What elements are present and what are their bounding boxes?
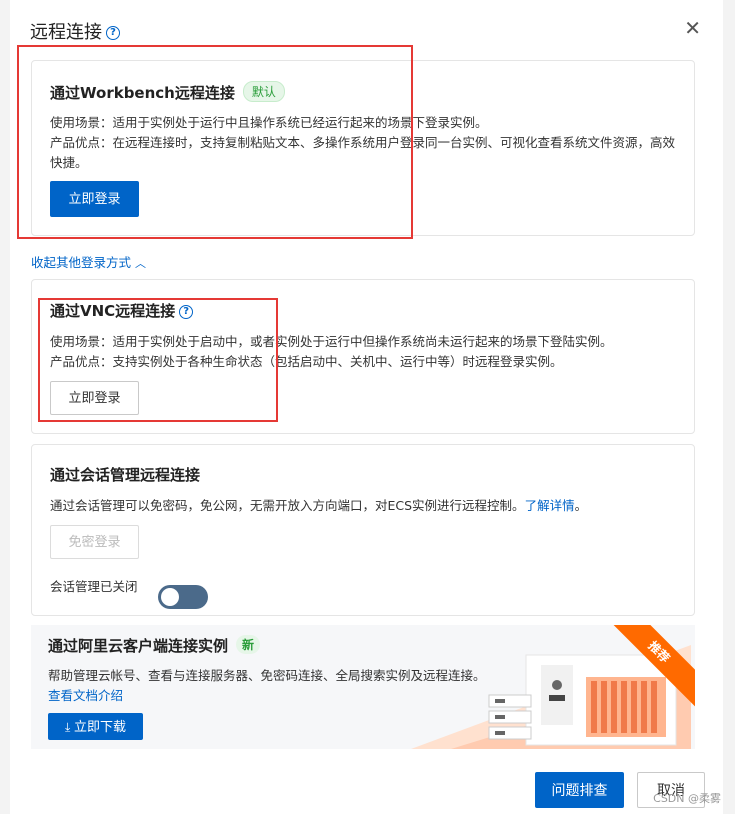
learn-more-link[interactable]: 了解详情 — [525, 498, 575, 513]
workbench-login-button[interactable]: 立即登录 — [50, 181, 139, 217]
workbench-card: 通过Workbench远程连接 默认 使用场景：适用于实例处于运行中且操作系统已经… — [31, 60, 695, 236]
session-card-title: 通过会话管理远程连接 — [50, 466, 201, 484]
illustration-avatar-body — [549, 695, 565, 701]
passwordless-login-button: 免密登录 — [50, 525, 139, 559]
background-page-right — [723, 0, 735, 814]
illustration-bar-3 — [611, 681, 617, 733]
session-desc: 通过会话管理可以免密码，免公网，无需开放入方向端口，对ECS实例进行远程控制。了… — [50, 496, 676, 516]
illustration-server-led-3 — [495, 731, 505, 735]
illustration-bar-1 — [591, 681, 597, 733]
illustration-bar-7 — [651, 681, 657, 733]
vnc-help-icon[interactable]: ? — [179, 304, 194, 319]
session-desc-period: 。 — [574, 498, 588, 513]
close-icon[interactable]: ✕ — [684, 18, 701, 38]
workbench-title-text: 通过Workbench远程连接 — [50, 84, 235, 102]
collapse-other-methods-link[interactable]: 收起其他登录方式 ︿ — [31, 252, 146, 271]
session-card: 通过会话管理远程连接 通过会话管理可以免密码，免公网，无需开放入方向端口，对EC… — [31, 444, 695, 616]
illustration-server-led-2 — [495, 715, 505, 719]
illustration-bar-5 — [631, 681, 637, 733]
illustration-avatar — [552, 680, 562, 690]
background-page-left — [0, 0, 10, 814]
client-title-text: 通过阿里云客户端连接实例 — [48, 637, 229, 655]
collapse-link-text: 收起其他登录方式 — [31, 255, 132, 270]
workbench-scenario: 使用场景：适用于实例处于运行中且操作系统已经运行起来的场景下登录实例。 — [50, 115, 488, 130]
illustration-bar-2 — [601, 681, 607, 733]
vnc-title-text: 通过VNC远程连接 — [50, 302, 176, 320]
download-label: 立即下载 — [73, 719, 126, 734]
client-promo-card: 通过阿里云客户端连接实例新 帮助管理云帐号、查看与连接服务器、免密码连接、全局搜… — [31, 625, 695, 749]
toggle-knob — [161, 588, 179, 606]
watermark: CSDN @柔雾 — [653, 792, 721, 805]
illustration-server-led-1 — [495, 699, 505, 703]
doc-intro-link[interactable]: 查看文档介绍 — [48, 685, 123, 704]
vnc-advantage: 产品优点：支持实例处于各种生命状态（包括启动中、关机中、运行中等）时远程登录实例… — [50, 354, 563, 369]
remote-connect-dialog: 远程连接? ✕ 通过Workbench远程连接 默认 使用场景：适用于实例处于运行… — [10, 0, 723, 814]
vnc-scenario: 使用场景：适用于实例处于启动中，或者实例处于运行中但操作系统尚未运行起来的场景下… — [50, 334, 613, 349]
help-icon[interactable]: ? — [106, 26, 120, 40]
vnc-card-title: 通过VNC远程连接? — [50, 300, 194, 321]
download-icon: ⤓ — [65, 720, 71, 734]
vnc-card: 通过VNC远程连接? 使用场景：适用于实例处于启动中，或者实例处于运行中但操作系… — [31, 279, 695, 434]
default-tag: 默认 — [242, 81, 285, 102]
download-button[interactable]: ⤓ 立即下载 — [48, 713, 143, 740]
vnc-login-button[interactable]: 立即登录 — [50, 381, 139, 415]
session-toggle-label: 会话管理已关闭 — [50, 579, 138, 594]
new-tag: 新 — [236, 635, 261, 654]
session-manager-toggle[interactable] — [158, 585, 208, 609]
session-desc-text: 通过会话管理可以免密码，免公网，无需开放入方向端口，对ECS实例进行远程控制。 — [50, 498, 525, 513]
illustration-bar-6 — [641, 681, 647, 733]
illustration-bar-4 — [621, 681, 627, 733]
workbench-advantage: 产品优点：在远程连接时，支持复制粘贴文本、多操作系统用户登录同一台实例、可视化查… — [50, 135, 676, 170]
dialog-title: 远程连接? — [30, 18, 120, 44]
workbench-card-title: 通过Workbench远程连接 默认 — [50, 81, 285, 103]
chevron-up-icon: ︿ — [135, 257, 146, 270]
client-title: 通过阿里云客户端连接实例新 — [48, 635, 261, 656]
dialog-title-text: 远程连接 — [30, 22, 102, 43]
troubleshoot-button[interactable]: 问题排查 — [535, 772, 624, 808]
